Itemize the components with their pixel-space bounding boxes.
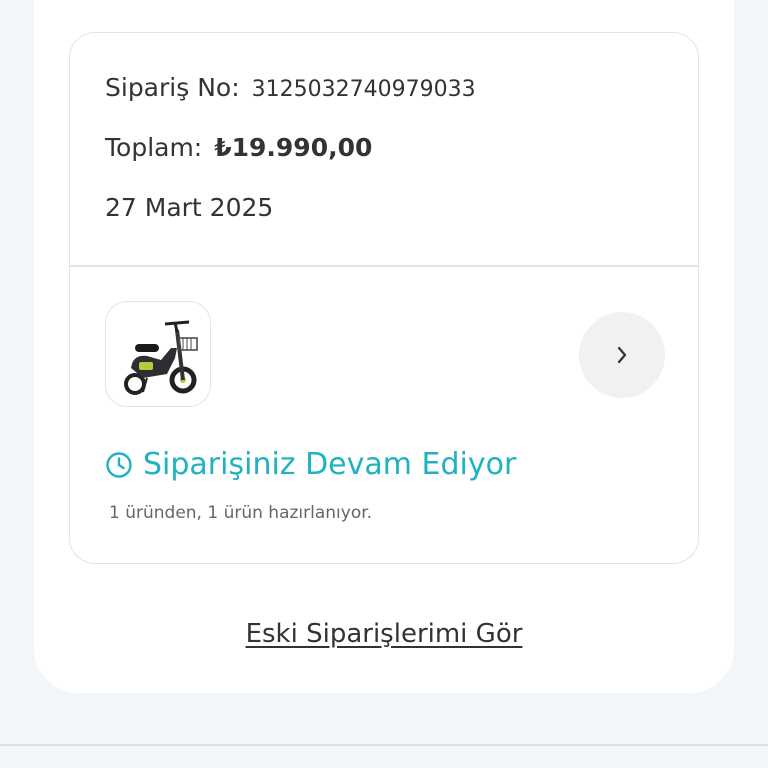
order-total-value: ₺19.990,00 xyxy=(214,133,373,162)
clock-icon xyxy=(106,451,132,478)
order-status: Siparişiniz Devam Ediyor xyxy=(105,447,516,482)
order-detail-button[interactable] xyxy=(579,312,665,398)
order-date: 27 Mart 2025 xyxy=(105,193,274,222)
order-number-label: Sipariş No: xyxy=(105,73,240,102)
order-number-row: Sipariş No: 3125032740979033 xyxy=(105,73,476,102)
bottom-divider xyxy=(0,744,768,746)
order-card[interactable]: Sipariş No: 3125032740979033 Toplam: ₺19.9… xyxy=(69,32,699,564)
order-number-value: 3125032740979033 xyxy=(251,77,476,102)
order-status-title: Siparişiniz Devam Ediyor xyxy=(143,447,517,482)
product-thumbnail[interactable] xyxy=(105,301,211,407)
order-total-row: Toplam: ₺19.990,00 xyxy=(105,133,372,162)
electric-scooter-image xyxy=(124,320,198,395)
old-orders-link[interactable]: Eski Siparişlerimi Gör xyxy=(0,619,768,649)
card-divider xyxy=(70,265,698,267)
order-status-subtitle: 1 üründen, 1 ürün hazırlanıyor. xyxy=(109,503,373,523)
chevron-right-icon xyxy=(617,346,627,364)
order-total-label: Toplam: xyxy=(105,133,203,162)
